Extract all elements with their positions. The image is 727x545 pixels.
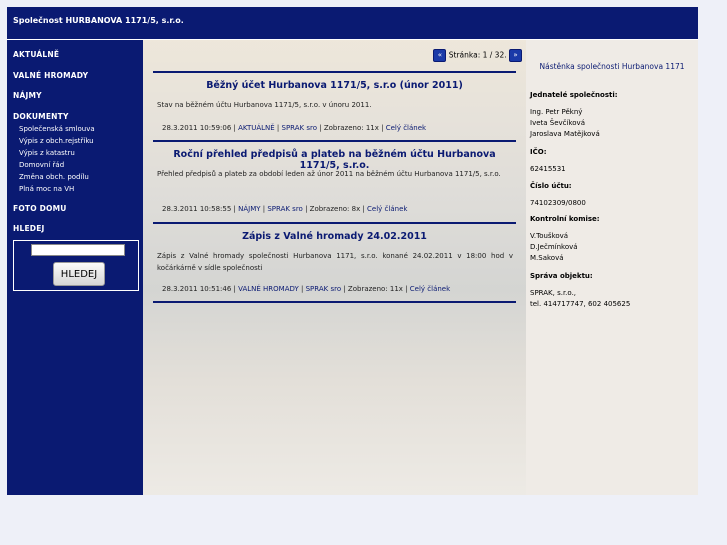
nav-sub-zmena-podilu[interactable]: Změna obch. podílu <box>19 173 89 181</box>
search-button[interactable]: HLEDEJ <box>53 262 105 286</box>
nav-dokumenty[interactable]: DOKUMENTY <box>13 112 69 121</box>
site-title: Společnost HURBANOVA 1171/5, s.r.o. <box>13 16 184 25</box>
jednatele-heading: Jednatelé společnosti: <box>530 91 618 99</box>
article-views: Zobrazeno: 11x <box>347 285 403 293</box>
divider <box>153 71 516 73</box>
ico-value: 62415531 <box>530 165 566 173</box>
jednatel-name: Iveta Ševčíková <box>530 119 585 127</box>
article-author-link[interactable]: SPRAK sro <box>282 124 318 132</box>
commission-heading: Kontrolní komise: <box>530 215 600 223</box>
article-date: 28.3.2011 10:59:06 <box>162 124 232 132</box>
divider <box>153 140 516 142</box>
sidebar-nav: AKTUÁLNĚ VALNÉ HROMADY NÁJMY DOKUMENTY S… <box>7 40 143 495</box>
article-date: 28.3.2011 10:58:55 <box>162 205 232 213</box>
article-author-link[interactable]: SPRAK sro <box>267 205 303 213</box>
account-heading: Číslo účtu: <box>530 182 572 190</box>
article-category-link[interactable]: NÁJMY <box>238 205 260 213</box>
nav-sub-vypis-katastru[interactable]: Výpis z katastru <box>19 149 75 157</box>
article-read-more-link[interactable]: Celý článek <box>410 285 450 293</box>
main-content: « Stránka: 1 / 32. » Běžný účet Hurbanov… <box>143 40 526 495</box>
notice-board: Nástěnka společnosti Hurbanova 1171 Jedn… <box>526 40 698 495</box>
page-indicator: Stránka: 1 / 32. <box>448 50 507 60</box>
article-views: Zobrazeno: 8x <box>309 205 361 213</box>
article-body: Přehled předpisů a plateb za období lede… <box>157 170 501 178</box>
article-body: Stav na běžném účtu Hurbanova 1171/5, s.… <box>157 101 372 109</box>
search-heading: HLEDEJ <box>13 224 45 233</box>
search-box: HLEDEJ <box>13 240 139 291</box>
management-company: SPRAK, s.r.o., <box>530 289 577 297</box>
prev-page-icon[interactable]: « <box>433 49 447 62</box>
site-header: Společnost HURBANOVA 1171/5, s.r.o. <box>7 7 698 39</box>
article-meta: 28.3.2011 10:51:46 | VALNÉ HROMADY | SPR… <box>162 285 451 293</box>
article-body: Zápis z Valné hromady společnosti Hurban… <box>157 252 513 272</box>
management-phone: tel. 414717747, 602 405625 <box>530 300 631 308</box>
account-value: 74102309/0800 <box>530 199 586 207</box>
article-author-link[interactable]: SPRAK sro <box>306 285 342 293</box>
management-heading: Správa objektu: <box>530 272 593 280</box>
ico-heading: IČO: <box>530 148 547 156</box>
article-category-link[interactable]: AKTUÁLNĚ <box>238 124 275 132</box>
next-page-icon[interactable]: » <box>509 49 522 62</box>
nav-sub-plna-moc[interactable]: Plná moc na VH <box>19 185 74 193</box>
article-views: Zobrazeno: 11x <box>323 124 379 132</box>
article-date: 28.3.2011 10:51:46 <box>162 285 232 293</box>
jednatel-name: Jaroslava Matějková <box>530 130 600 138</box>
nav-foto-domu[interactable]: FOTO DOMU <box>13 204 67 213</box>
divider <box>153 301 516 303</box>
page: Společnost HURBANOVA 1171/5, s.r.o. AKTU… <box>7 7 698 495</box>
article-meta: 28.3.2011 10:59:06 | AKTUÁLNĚ | SPRAK sr… <box>162 124 427 132</box>
article-title[interactable]: Běžný účet Hurbanova 1171/5, s.r.o (únor… <box>153 80 516 91</box>
nav-sub-vypis-obch-rejstriku[interactable]: Výpis z obch.rejstříku <box>19 137 94 145</box>
nav-aktualne[interactable]: AKTUÁLNĚ <box>13 50 59 59</box>
search-input[interactable] <box>31 244 125 256</box>
article-read-more-link[interactable]: Celý článek <box>367 205 407 213</box>
nav-sub-domovni-rad[interactable]: Domovní řád <box>19 161 64 169</box>
commission-member: D.Ječmínková <box>530 243 578 251</box>
article-category-link[interactable]: VALNÉ HROMADY <box>238 285 299 293</box>
notice-board-title: Nástěnka společnosti Hurbanova 1171 <box>539 62 685 71</box>
pager: « Stránka: 1 / 32. » <box>433 49 522 62</box>
nav-sub-spolecenska-smlouva[interactable]: Společenská smlouva <box>19 125 95 133</box>
divider <box>153 222 516 224</box>
nav-najmy[interactable]: NÁJMY <box>13 91 42 100</box>
commission-member: V.Toušková <box>530 232 569 240</box>
jednatel-name: Ing. Petr Pěkný <box>530 108 583 116</box>
nav-valne-hromady[interactable]: VALNÉ HROMADY <box>13 71 88 80</box>
article-meta: 28.3.2011 10:58:55 | NÁJMY | SPRAK sro |… <box>162 205 408 213</box>
article-title[interactable]: Zápis z Valné hromady 24.02.2011 <box>153 231 516 242</box>
commission-member: M.Saková <box>530 254 564 262</box>
article-read-more-link[interactable]: Celý článek <box>386 124 426 132</box>
